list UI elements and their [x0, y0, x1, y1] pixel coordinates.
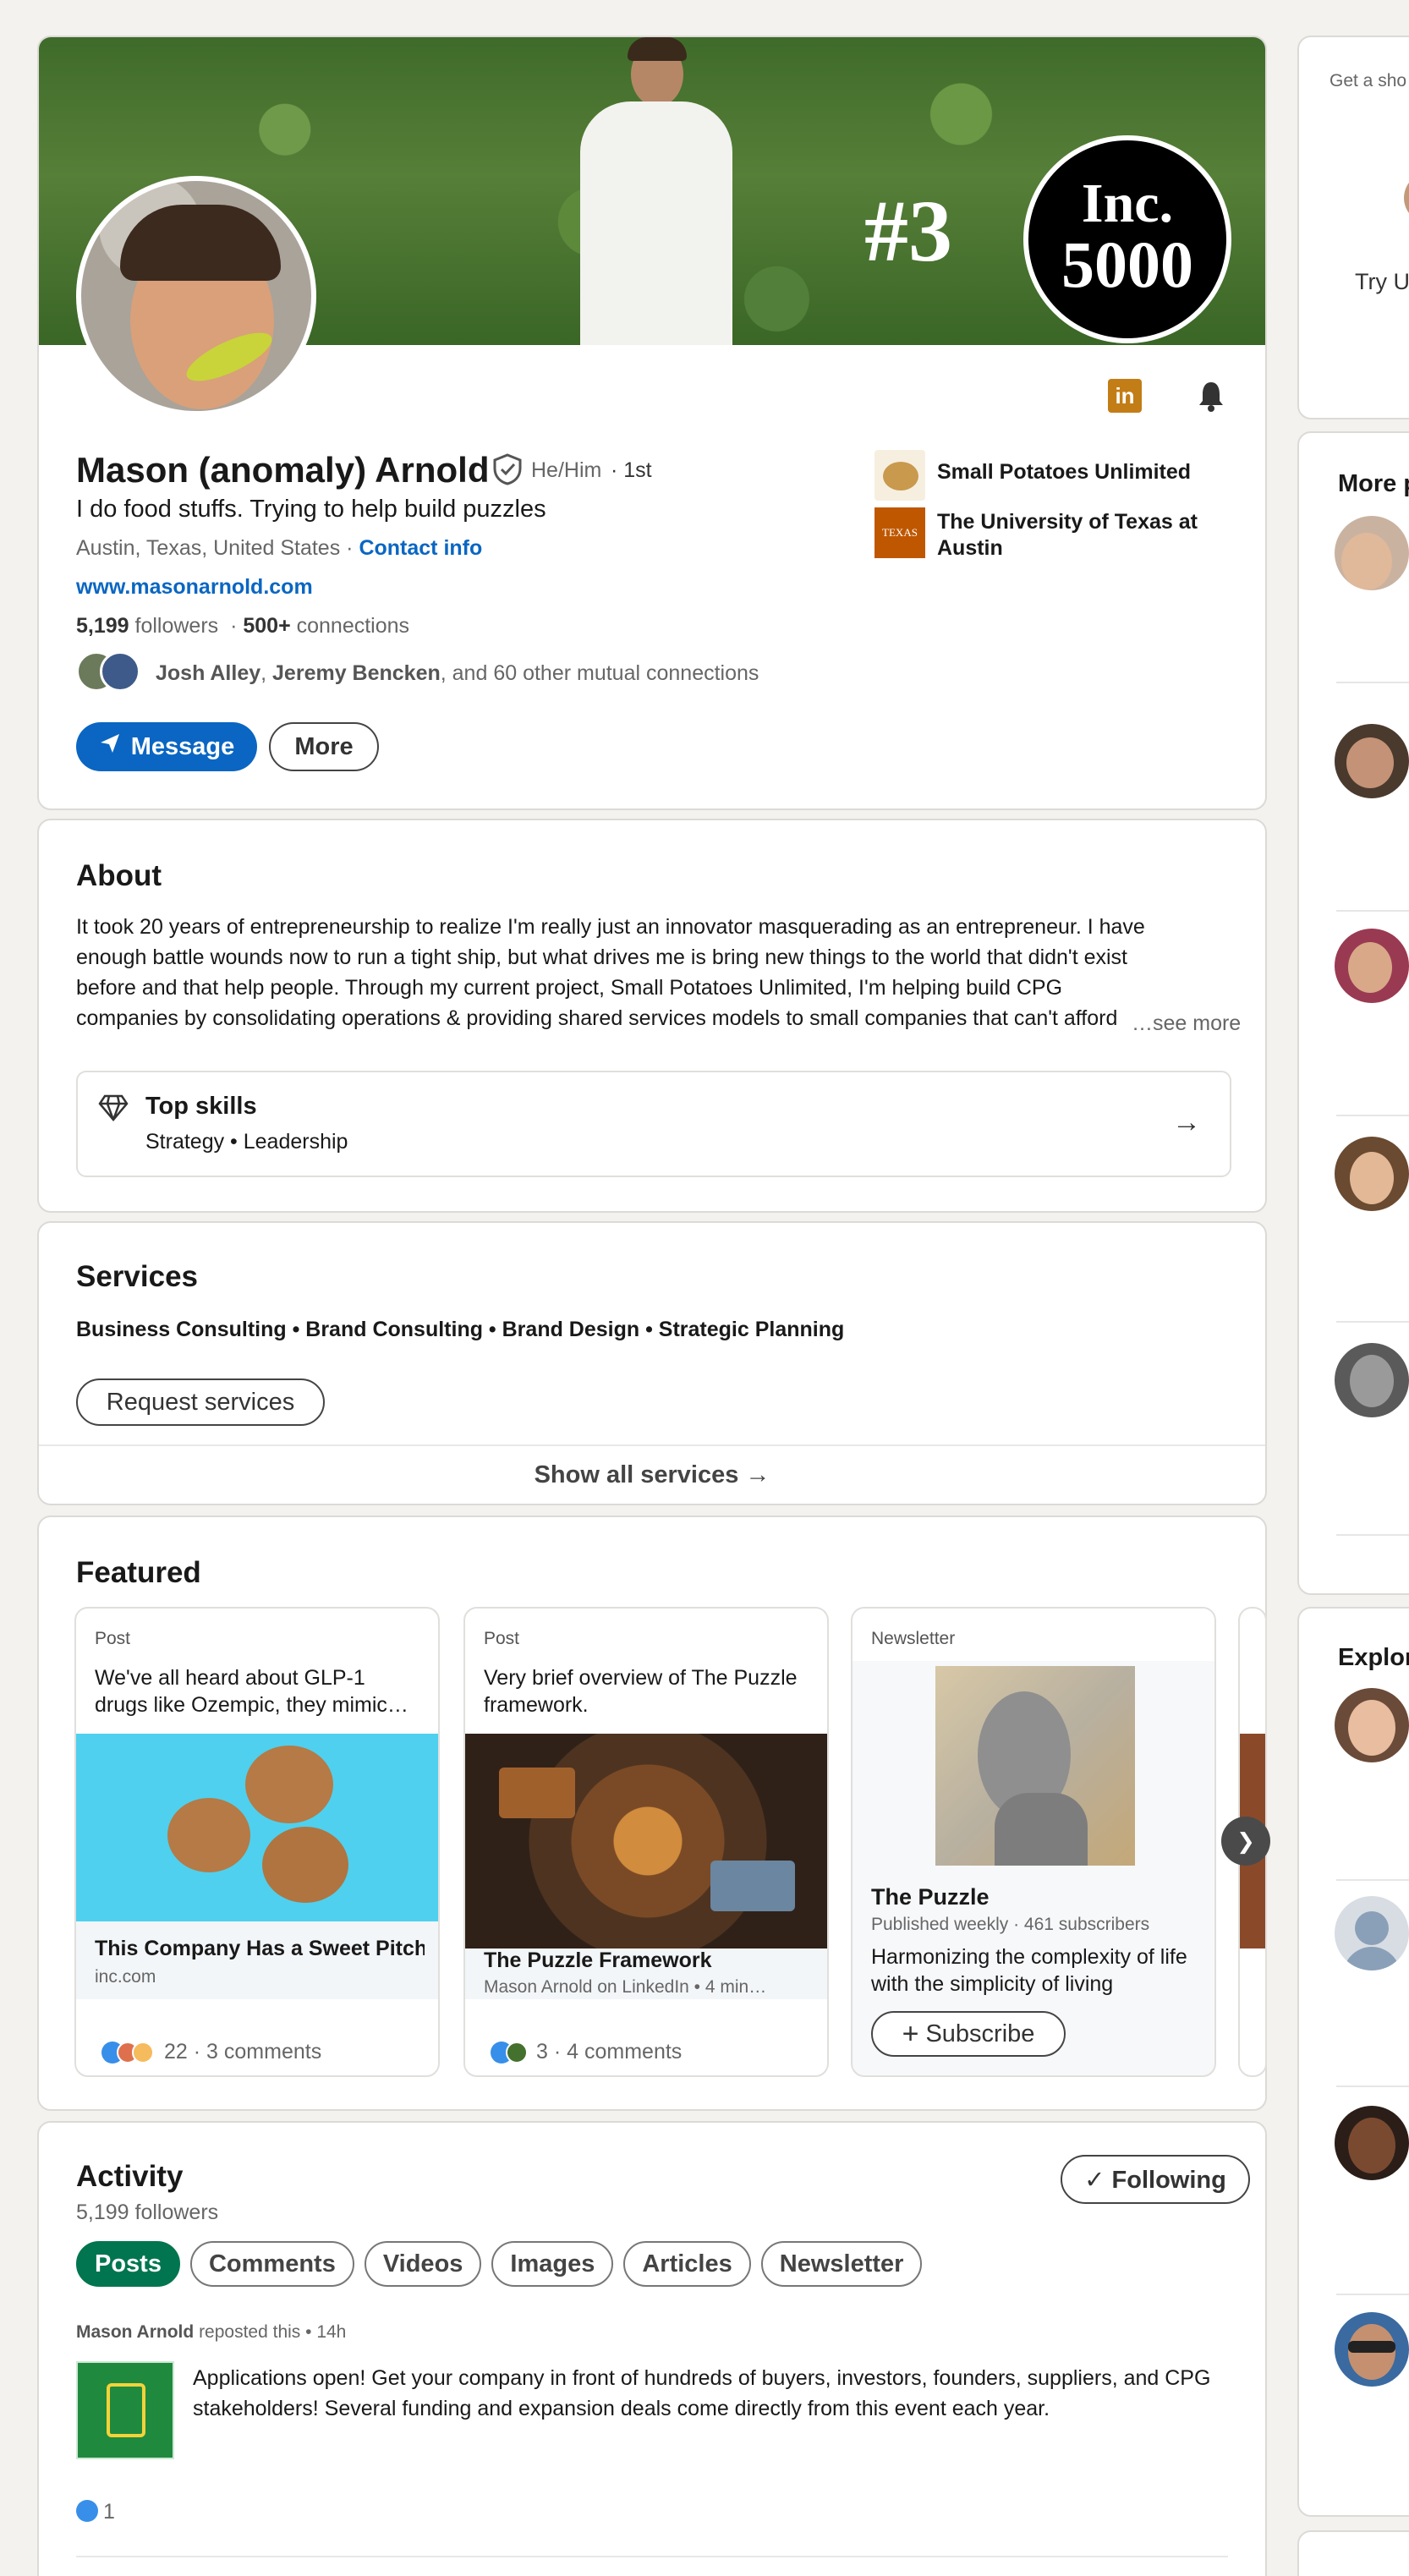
like-icon	[76, 2500, 98, 2522]
reactions-count[interactable]: 3 · 4 comments	[536, 2040, 682, 2064]
website-link[interactable]: www.masonarnold.com	[76, 575, 313, 600]
diamond-icon	[98, 1094, 129, 1126]
connections-count[interactable]: 500+	[243, 614, 290, 638]
location-row: Austin, Texas, United States · Contact i…	[76, 536, 483, 560]
cover-rank-text: #3	[864, 183, 952, 280]
profile-card: #3 Inc. 5000 in Mason (anomaly) Arnold H…	[37, 36, 1267, 810]
top-skills-title: Top skills	[145, 1093, 257, 1120]
following-button[interactable]: ✓ Following	[1061, 2155, 1250, 2204]
mutual-connections[interactable]: Josh Alley, Jeremy Bencken, and 60 other…	[156, 661, 759, 686]
about-text: It took 20 years of entrepreneurship to …	[76, 915, 1158, 1030]
tab-images[interactable]: Images	[491, 2241, 614, 2287]
sidebar-promo-card: Get a sho Try U	[1297, 36, 1409, 419]
plus-icon: +	[902, 2017, 919, 2050]
profile-name: Mason (anomaly) Arnold	[76, 450, 490, 490]
post-text[interactable]: Applications open! Get your company in f…	[193, 2363, 1250, 2424]
profile-avatar-suggestion-4[interactable]	[1335, 1137, 1409, 1211]
reactions-count[interactable]: 22 · 3 comments	[164, 2040, 321, 2064]
inc-5000-badge: Inc. 5000	[1023, 135, 1231, 343]
link-source: Mason Arnold on LinkedIn • 4 min…	[484, 1977, 767, 1997]
carousel-next-button[interactable]: ❯	[1221, 1817, 1270, 1866]
post-thumbnail[interactable]	[76, 2361, 174, 2459]
explore-avatar-2[interactable]	[1335, 1896, 1409, 1970]
promo-text: Get a sho	[1330, 71, 1407, 90]
tab-comments[interactable]: Comments	[189, 2241, 354, 2287]
newsletter-subtitle: Published weekly · 461 subscribers	[871, 1915, 1150, 1934]
request-services-button[interactable]: Request services	[76, 1378, 325, 1426]
send-icon	[99, 732, 121, 761]
featured-item-newsletter[interactable]: Newsletter Newsletter The Puzzle Publish…	[851, 1607, 1216, 2077]
activity-followers: 5,199 followers	[76, 2201, 219, 2224]
subscribe-button[interactable]: + Subscribe	[871, 2011, 1066, 2057]
company-name-potatoes[interactable]: Small Potatoes Unlimited	[937, 460, 1191, 485]
school-name[interactable]: The University of Texas at Austin	[937, 509, 1242, 562]
reaction-icons	[491, 2042, 533, 2064]
activity-title: Activity	[76, 2160, 184, 2193]
profile-avatar-suggestion-1[interactable]	[1335, 516, 1409, 590]
about-card: About It took 20 years of entrepreneursh…	[37, 819, 1267, 1213]
explore-avatar-4[interactable]	[1335, 2312, 1409, 2387]
promo-avatar	[1404, 173, 1409, 223]
post-reactions-count[interactable]: 1	[103, 2500, 115, 2524]
sidebar-more-profiles-card: More p	[1297, 431, 1409, 1595]
link-title: The Puzzle Framework	[484, 1948, 712, 1972]
tab-articles[interactable]: Articles	[623, 2241, 751, 2287]
bell-icon[interactable]	[1194, 379, 1228, 413]
tab-posts[interactable]: Posts	[76, 2241, 180, 2287]
explore-avatar-3[interactable]	[1335, 2106, 1409, 2180]
link-source: inc.com	[95, 1967, 156, 1987]
services-list: Business Consulting • Brand Consulting •…	[76, 1318, 845, 1341]
newsletter-desc: Harmonizing the complexity of life with …	[871, 1945, 1187, 1996]
school-logo-texas[interactable]: TEXAS	[874, 507, 925, 558]
pronouns: He/Him	[531, 458, 602, 482]
featured-item-glp1-post[interactable]: Post We've all heard about GLP-1 drugs l…	[74, 1607, 440, 2077]
featured-item-puzzle-post[interactable]: Post Very brief overview of The Puzzle f…	[463, 1607, 829, 2077]
mutual-avatar-2[interactable]	[100, 651, 140, 692]
tab-videos[interactable]: Videos	[364, 2241, 482, 2287]
featured-title: Featured	[76, 1556, 201, 1589]
newsletter-cover-image	[935, 1666, 1135, 1866]
location: Austin, Texas, United States	[76, 536, 341, 560]
headline: I do food stuffs. Trying to help build p…	[76, 496, 546, 523]
link-title: This Company Has a Sweet Pitch: A Health…	[95, 1937, 425, 1960]
activity-tabs: Posts Comments Videos Images Articles Ne…	[76, 2241, 932, 2287]
sidebar-bottom-card	[1297, 2530, 1409, 2576]
contact-info-link[interactable]: Contact info	[359, 536, 482, 560]
profile-avatar-suggestion-5[interactable]	[1335, 1343, 1409, 1417]
newsletter-title: The Puzzle	[871, 1884, 990, 1910]
see-more-link[interactable]: …see more	[1120, 1008, 1242, 1039]
top-skills-list: Strategy • Leadership	[145, 1130, 348, 1154]
profile-avatar-suggestion-3[interactable]	[1335, 929, 1409, 1003]
reaction-icons	[101, 2042, 161, 2064]
show-all-services-link[interactable]: Show all services →	[39, 1461, 1265, 1489]
company-logo-potatoes[interactable]	[874, 450, 925, 501]
profile-avatar-suggestion-2[interactable]	[1335, 724, 1409, 798]
linkedin-badge-icon[interactable]: in	[1108, 379, 1142, 413]
arrow-right-icon: →	[1172, 1106, 1201, 1138]
services-title: Services	[76, 1260, 199, 1293]
try-premium-text[interactable]: Try U	[1355, 269, 1409, 295]
services-card: Services Business Consulting • Brand Con…	[37, 1221, 1267, 1505]
more-button[interactable]: More	[269, 722, 379, 771]
connection-degree: · 1st	[611, 458, 652, 482]
message-button[interactable]: Message	[76, 722, 257, 771]
puzzle-board-image	[465, 1734, 827, 1948]
followers-count[interactable]: 5,199	[76, 614, 129, 638]
tab-newsletter[interactable]: Newsletter	[760, 2241, 923, 2287]
verified-shield-icon[interactable]	[492, 453, 523, 485]
top-skills-box[interactable]: Top skills Strategy • Leadership →	[76, 1071, 1231, 1177]
explore-avatar-1[interactable]	[1335, 1688, 1409, 1762]
activity-card: Activity 5,199 followers ✓ Following Pos…	[37, 2121, 1267, 2576]
network-row: 5,199 followers · 500+ connections	[76, 614, 410, 638]
about-title: About	[76, 859, 162, 892]
more-profiles-title: More p	[1338, 470, 1409, 497]
profile-avatar[interactable]	[76, 176, 316, 416]
repost-header: Mason Arnold reposted this • 14h	[76, 2322, 347, 2342]
explore-title: Explor	[1338, 1644, 1409, 1671]
cover-person	[546, 37, 766, 345]
cookie-image	[76, 1734, 438, 1921]
